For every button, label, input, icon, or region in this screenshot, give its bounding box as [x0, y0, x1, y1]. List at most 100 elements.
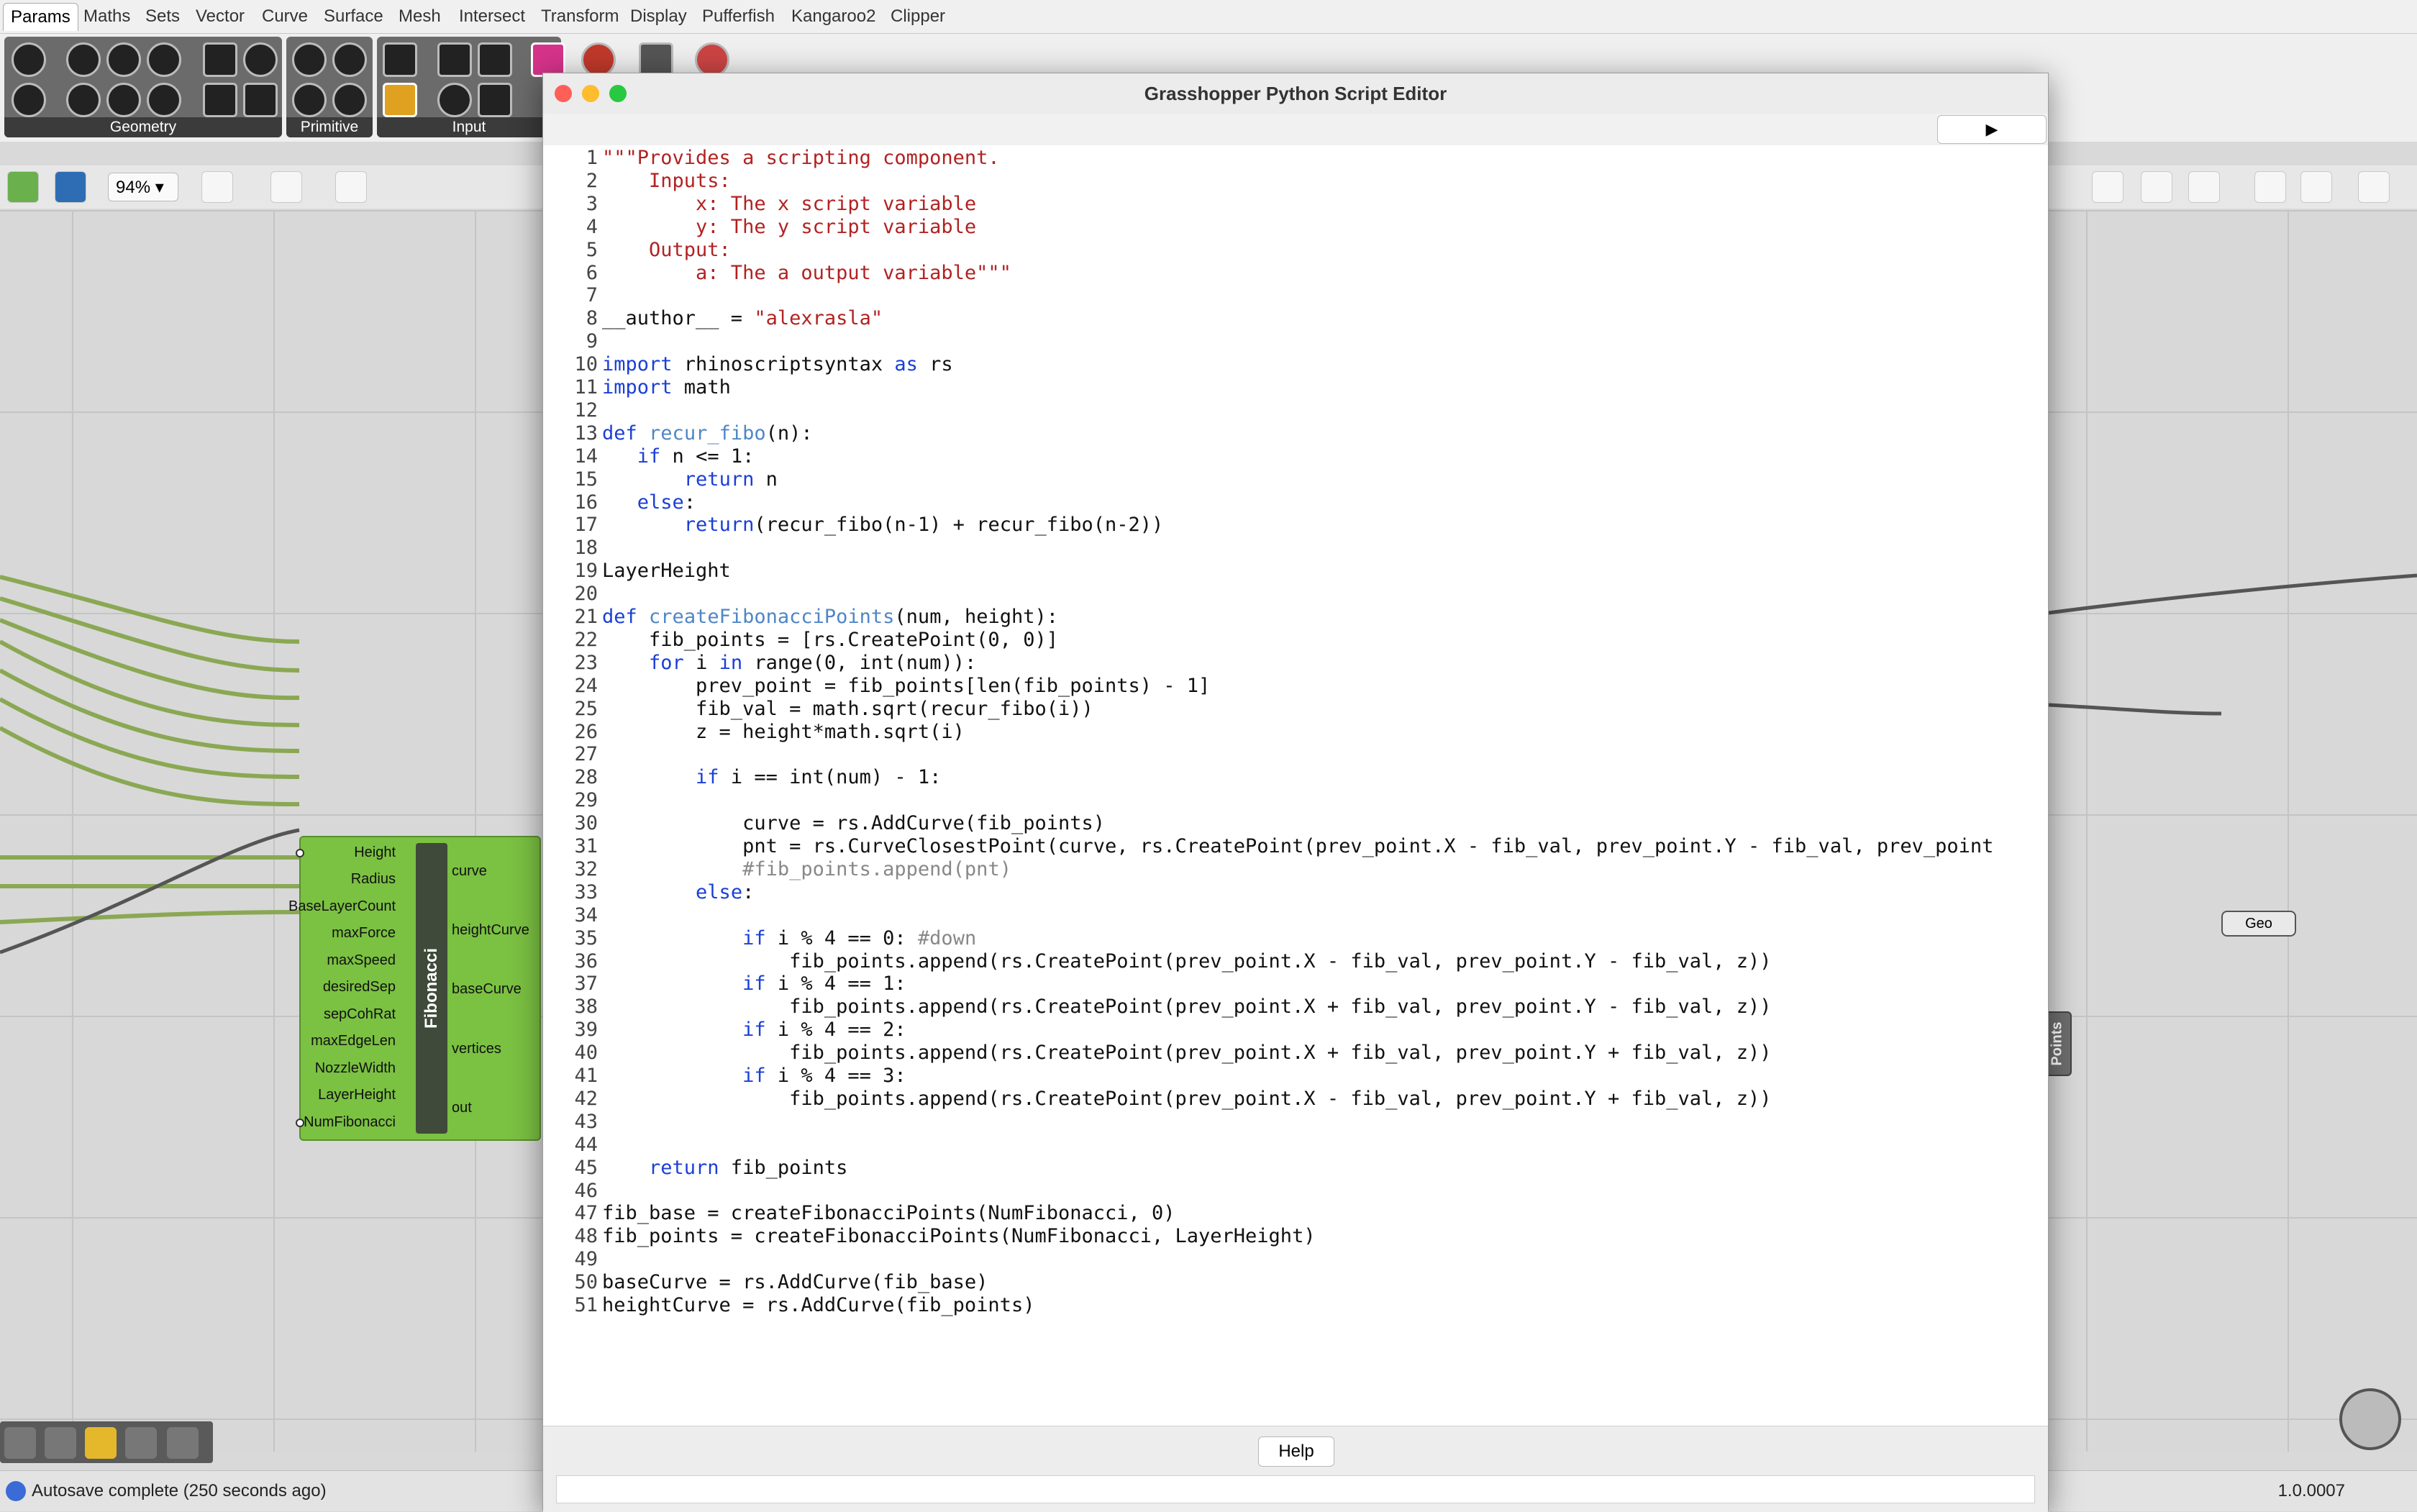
- preview-wireframe-icon[interactable]: [2092, 171, 2124, 203]
- cherry-icon[interactable]: [581, 42, 616, 77]
- input-sep-coh-rat[interactable]: sepCohRat: [324, 1006, 396, 1023]
- menu-tab-kangaroo2[interactable]: Kangaroo2: [791, 3, 875, 30]
- knob-icon[interactable]: [437, 83, 472, 117]
- curve-icon[interactable]: [106, 42, 141, 77]
- preview-eye-icon[interactable]: [270, 171, 302, 203]
- brep-icon[interactable]: [243, 42, 278, 77]
- input-port[interactable]: [296, 1119, 304, 1127]
- input-base-layer-count[interactable]: BaseLayerCount: [288, 898, 396, 915]
- arc-icon[interactable]: [106, 83, 141, 117]
- line-icon[interactable]: [66, 83, 101, 117]
- text-icon[interactable]: [332, 83, 367, 117]
- input-layer-height[interactable]: LayerHeight: [318, 1087, 396, 1103]
- editor-titlebar[interactable]: Grasshopper Python Script Editor: [543, 73, 2048, 114]
- box-icon[interactable]: [203, 83, 237, 117]
- menu-tab-clipper[interactable]: Clipper: [891, 3, 945, 30]
- geometry-icon[interactable]: [12, 42, 46, 77]
- navigation-dial-icon[interactable]: [2339, 1388, 2401, 1450]
- value-list-icon[interactable]: [478, 83, 512, 117]
- component-name: Fibonacci: [422, 947, 441, 1029]
- sketch-pen-icon[interactable]: [335, 171, 367, 203]
- point-icon[interactable]: [147, 83, 181, 117]
- surface-icon[interactable]: [147, 42, 181, 77]
- save-file-icon[interactable]: [55, 171, 86, 203]
- input-max-force[interactable]: maxForce: [332, 925, 396, 942]
- minimize-icon[interactable]: [582, 85, 599, 102]
- output-vertices[interactable]: vertices: [452, 1041, 501, 1057]
- cube-icon[interactable]: [4, 1427, 36, 1459]
- input-nozzle-width[interactable]: NozzleWidth: [315, 1060, 396, 1077]
- help-text-area[interactable]: [556, 1475, 2035, 1503]
- line-number: 32: [574, 857, 598, 880]
- zoom-extents-icon[interactable]: [201, 171, 233, 203]
- output-base-curve[interactable]: baseCurve: [452, 981, 522, 998]
- circle-icon[interactable]: [66, 42, 101, 77]
- input-port[interactable]: [296, 849, 304, 857]
- button-icon[interactable]: [437, 42, 472, 77]
- zoom-icon[interactable]: [609, 85, 627, 102]
- help-button[interactable]: Help: [1258, 1436, 1334, 1467]
- menu-tab-params[interactable]: Params: [3, 3, 78, 31]
- input-max-edge-len[interactable]: maxEdgeLen: [311, 1033, 396, 1049]
- menu-tab-maths[interactable]: Maths: [83, 3, 130, 30]
- import-icon[interactable]: [383, 42, 417, 77]
- menu-tab-pufferfish[interactable]: Pufferfish: [702, 3, 775, 30]
- number-icon[interactable]: [292, 83, 327, 117]
- sphere-icon[interactable]: [2358, 171, 2390, 203]
- line-number: 46: [574, 1179, 598, 1202]
- code-line: pnt = rs.CurveClosestPoint(curve, rs.Cre…: [602, 835, 1994, 857]
- menu-tab-vector[interactable]: Vector: [196, 3, 245, 30]
- menu-tab-display[interactable]: Display: [630, 3, 687, 30]
- open-file-icon[interactable]: [7, 171, 39, 203]
- close-icon[interactable]: [555, 85, 572, 102]
- plugin-icon[interactable]: [695, 42, 729, 77]
- binary-icon[interactable]: [332, 42, 367, 77]
- fibonacci-python-component[interactable]: Height Radius BaseLayerCount maxForce ma…: [288, 836, 541, 1141]
- zoom-select[interactable]: 94% ▾: [108, 173, 178, 201]
- gradient-icon[interactable]: [531, 42, 565, 77]
- material-icon[interactable]: [2300, 171, 2332, 203]
- code-line: fib_points = createFibonacciPoints(NumFi…: [602, 1225, 1316, 1248]
- graph-mapper-icon[interactable]: [383, 83, 417, 117]
- input-desired-sep[interactable]: desiredSep: [323, 979, 396, 996]
- line-number: 36: [574, 949, 598, 973]
- component-name-bar[interactable]: Fibonacci: [416, 843, 447, 1134]
- menu-tab-surface[interactable]: Surface: [324, 3, 383, 30]
- input-height[interactable]: Height: [354, 844, 396, 861]
- output-curve[interactable]: curve: [452, 863, 487, 880]
- toggle-icon[interactable]: [478, 42, 512, 77]
- points-param-label: Points: [2049, 1021, 2065, 1066]
- code-line: #fib_points.append(pnt): [742, 857, 1011, 880]
- output-out[interactable]: out: [452, 1100, 472, 1116]
- line-number: 6: [586, 261, 598, 284]
- code-editor[interactable]: 1 """Provides a scripting component. 2 Inp…: [543, 145, 2048, 1426]
- run-button[interactable]: ▶: [1937, 115, 2047, 144]
- code-line: z = height*math.sqrt(i): [602, 720, 965, 743]
- output-height-curve[interactable]: heightCurve: [452, 922, 529, 939]
- boolean-icon[interactable]: [292, 42, 327, 77]
- draw-icon[interactable]: [45, 1427, 76, 1459]
- function-icon[interactable]: [167, 1427, 199, 1459]
- spiral-icon[interactable]: [125, 1427, 157, 1459]
- input-radius[interactable]: Radius: [351, 871, 396, 888]
- geo-param[interactable]: Geo: [2221, 911, 2296, 937]
- input-num-fibonacci[interactable]: NumFibonacci: [304, 1114, 396, 1131]
- menu-tab-mesh[interactable]: Mesh: [399, 3, 441, 30]
- menu-tab-intersect[interactable]: Intersect: [459, 3, 525, 30]
- input-max-speed[interactable]: maxSpeed: [327, 952, 396, 969]
- code-line: heightCurve = rs.AddCurve(fib_points): [602, 1294, 1035, 1316]
- wire: [0, 596, 300, 673]
- preview-selected-icon[interactable]: [2254, 171, 2286, 203]
- line-number: 21: [574, 606, 598, 628]
- menu-tab-sets[interactable]: Sets: [145, 3, 180, 30]
- vector-icon[interactable]: [12, 83, 46, 117]
- menu-tab-transform[interactable]: Transform: [541, 3, 619, 30]
- menu-tab-curve[interactable]: Curve: [262, 3, 308, 30]
- preview-shaded-icon[interactable]: [2188, 171, 2220, 203]
- arrow-right-icon[interactable]: [639, 42, 673, 77]
- code-line: return n: [683, 468, 778, 491]
- plane-icon[interactable]: [243, 83, 278, 117]
- mesh-icon[interactable]: [203, 42, 237, 77]
- group-icon[interactable]: [85, 1427, 117, 1459]
- preview-none-icon[interactable]: [2141, 171, 2172, 203]
